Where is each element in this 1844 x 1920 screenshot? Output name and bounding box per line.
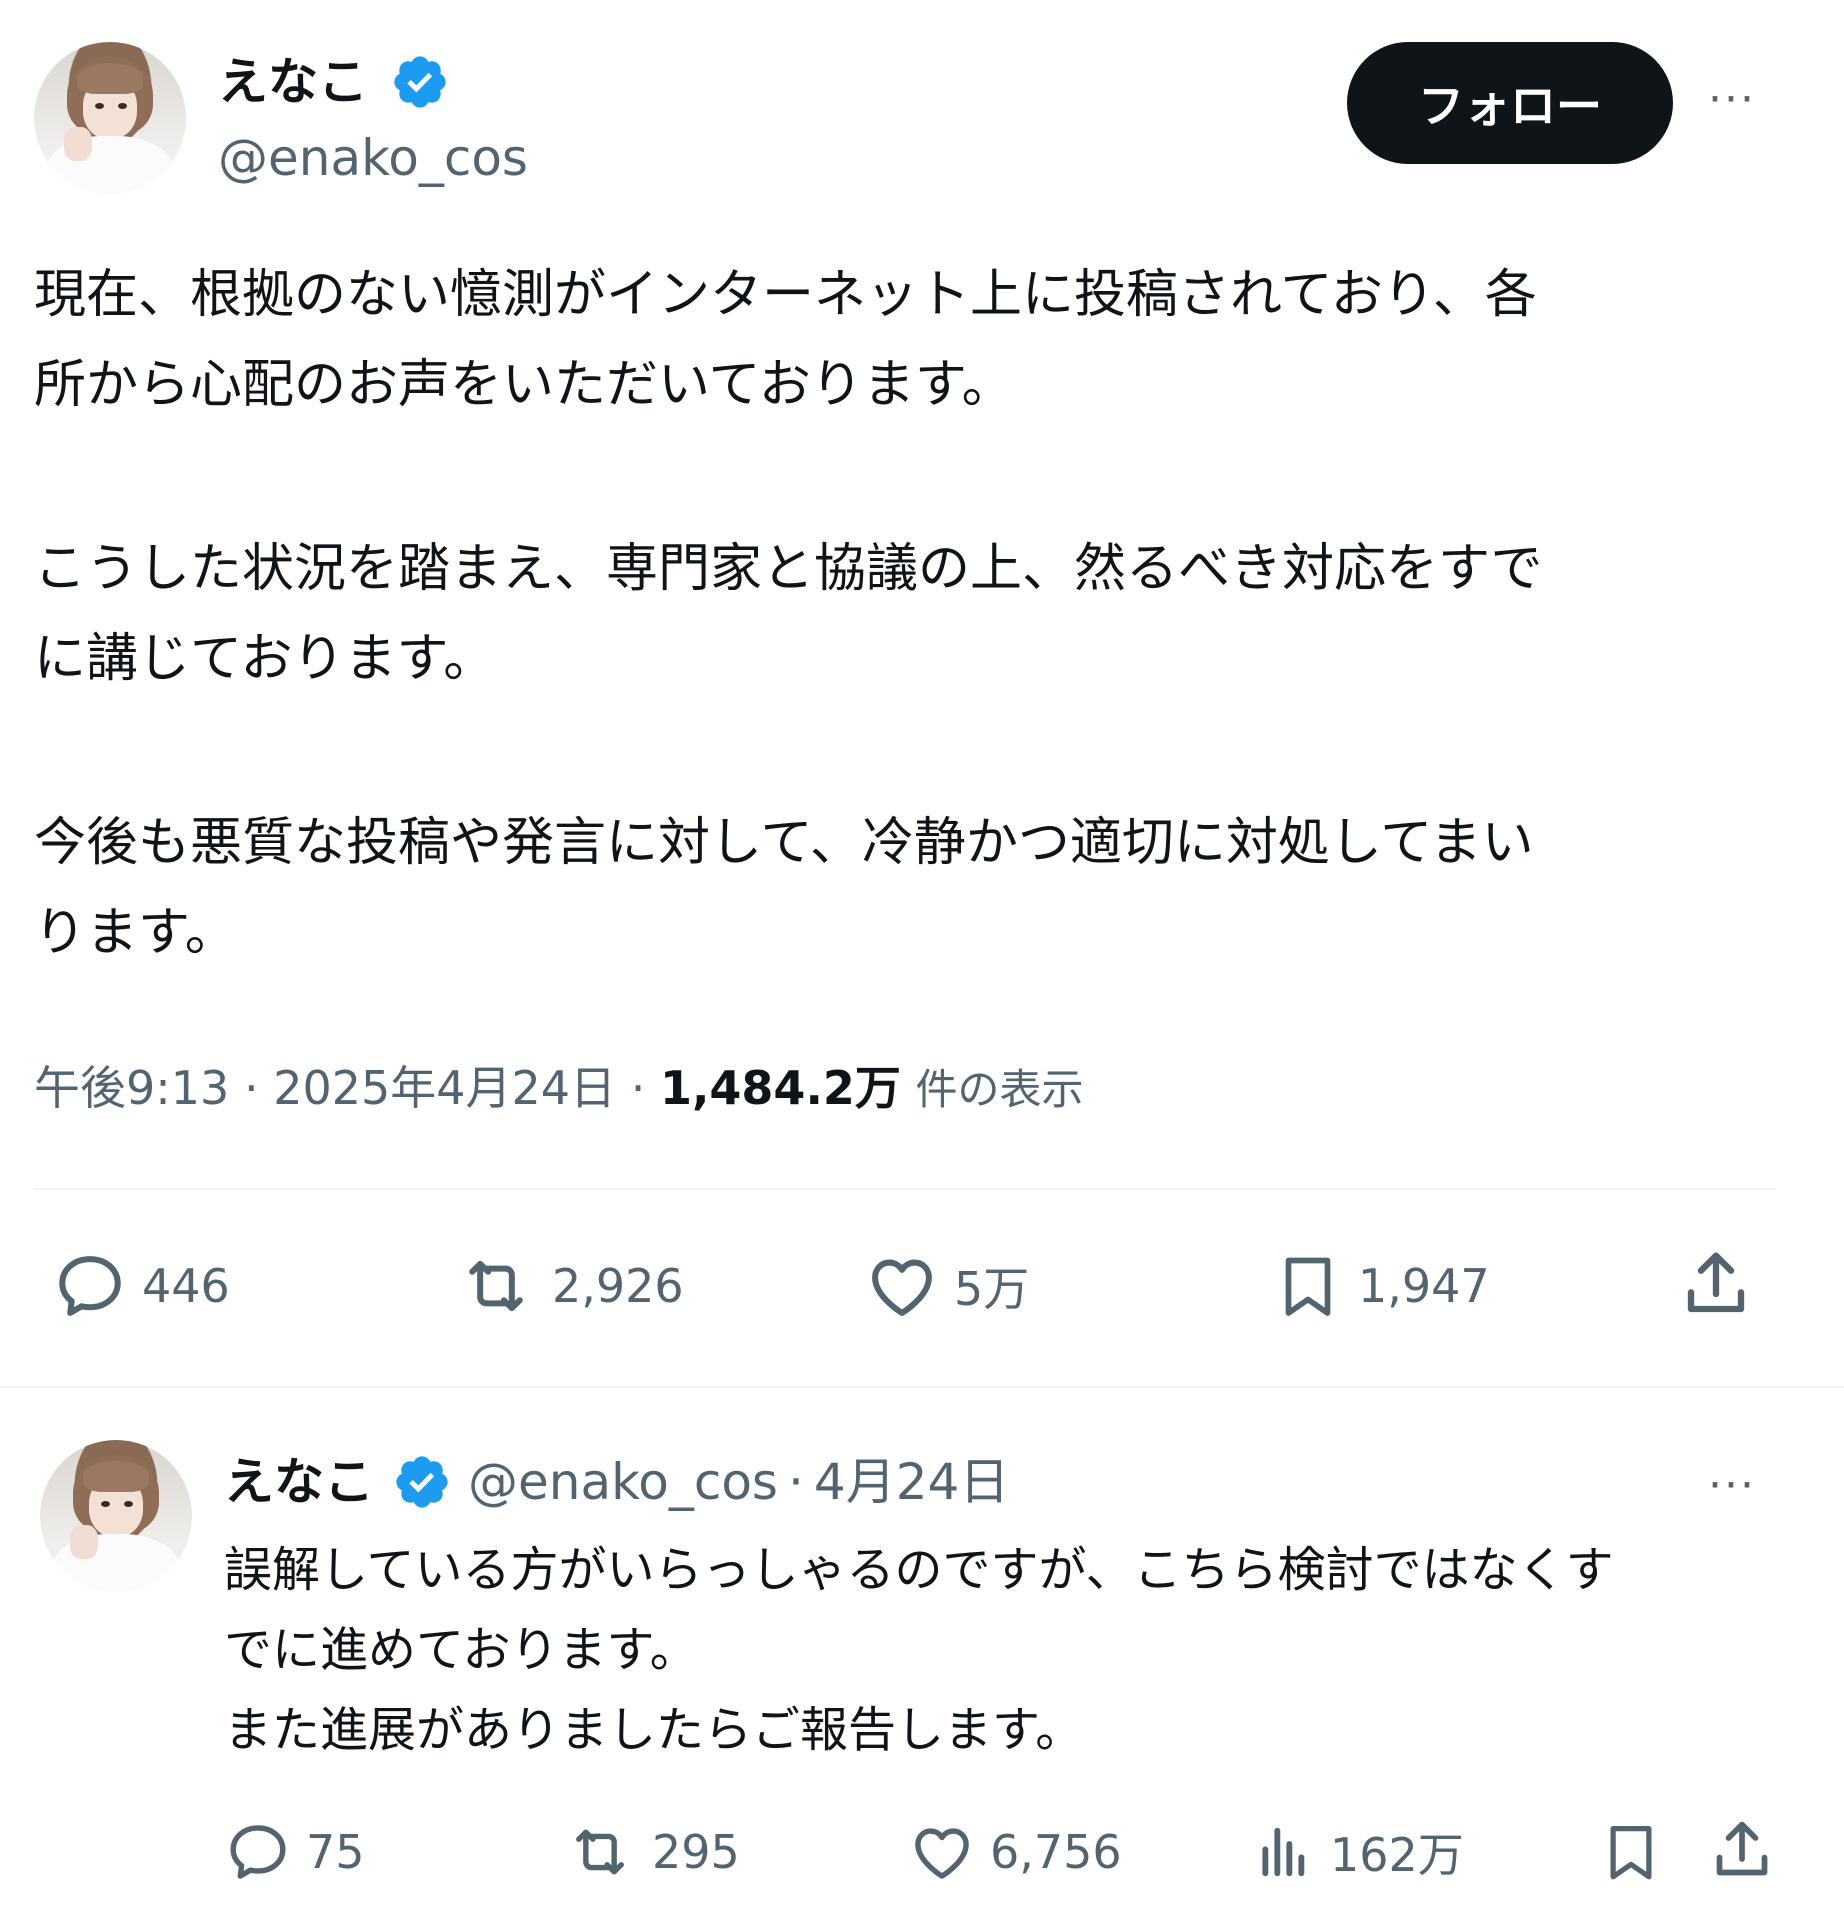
reply-like-count: 6,756 — [990, 1825, 1122, 1879]
reply-more-icon[interactable]: ··· — [1708, 1460, 1756, 1511]
bookmark-count: 1,947 — [1358, 1259, 1490, 1313]
reply-bookmark-button[interactable] — [1598, 1814, 1664, 1890]
bookmark-icon — [1285, 1257, 1331, 1316]
view-count: 1,484.2万 — [659, 1061, 901, 1115]
tweet-paragraph-1: 現在、根拠のない憶測がインターネット上に投稿されており、各 所から心配のお声をい… — [34, 265, 1537, 415]
like-icon — [915, 1828, 969, 1879]
reply-date[interactable]: 4月24日 — [814, 1452, 1009, 1512]
tweet-time[interactable]: 午後9:13 — [34, 1061, 229, 1115]
handle[interactable]: @enako_cos — [218, 128, 528, 188]
separator-dot: · — [788, 1453, 804, 1511]
view-count-suffix: 件の表示 — [915, 1065, 1084, 1114]
reply-reply-button[interactable]: 75 — [224, 1818, 365, 1886]
share-icon — [1687, 1252, 1745, 1313]
display-name[interactable]: えなこ — [218, 52, 368, 112]
retweet-count: 2,926 — [552, 1259, 684, 1313]
reply-handle[interactable]: @enako_cos — [468, 1452, 778, 1512]
share-icon — [1716, 1821, 1768, 1876]
reply-retweet-count: 295 — [652, 1825, 740, 1879]
reply-header: えなこ @enako_cos · 4月24日 — [224, 1452, 1009, 1512]
more-icon[interactable]: ··· — [1708, 74, 1756, 125]
like-button[interactable]: 5万 — [864, 1248, 1029, 1324]
verified-badge-icon — [394, 56, 446, 108]
divider — [34, 1188, 1776, 1190]
retweet-icon — [576, 1829, 624, 1875]
retweet-button[interactable]: 2,926 — [454, 1248, 684, 1324]
divider — [0, 1386, 1844, 1388]
reply-retweet-button[interactable]: 295 — [562, 1818, 740, 1886]
reply-button[interactable]: 446 — [52, 1248, 230, 1324]
follow-button[interactable]: フォロー — [1347, 42, 1673, 164]
verified-badge-icon — [396, 1456, 448, 1508]
reply-views-button[interactable]: 162万 — [1252, 1818, 1464, 1886]
tweet-paragraph-3: 今後も悪質な投稿や発言に対して、冷静かつ適切に対処してまい ります。 — [34, 813, 1534, 963]
reply-share-button[interactable] — [1706, 1814, 1778, 1886]
tweet-paragraph-2: こうした状況を踏まえ、専門家と協議の上、然るべき対応をすで に講じております。 — [34, 539, 1543, 689]
reply-icon — [59, 1256, 121, 1316]
reply-reply-count: 75 — [306, 1825, 365, 1879]
like-count: 5万 — [954, 1262, 1030, 1316]
retweet-icon — [469, 1260, 523, 1312]
tweet-date[interactable]: 2025年4月24日 — [273, 1061, 616, 1115]
reply-text: 誤解している方がいらっしゃるのですが、こちら検討ではなくす でに進めております。… — [224, 1542, 1614, 1758]
reply-views-count: 162万 — [1330, 1828, 1464, 1882]
reply-display-name[interactable]: えなこ — [224, 1452, 374, 1512]
like-icon — [872, 1259, 932, 1316]
reply-avatar[interactable] — [40, 1440, 192, 1592]
avatar[interactable] — [34, 42, 186, 194]
share-button[interactable] — [1676, 1244, 1756, 1324]
reply-icon — [230, 1825, 286, 1879]
tweet-meta: 午後9:13 · 2025年4月24日 · 1,484.2万 件の表示 — [34, 1061, 1084, 1115]
reply-count: 446 — [142, 1259, 230, 1313]
bookmark-icon — [1610, 1826, 1652, 1880]
views-icon — [1262, 1827, 1305, 1877]
reply-like-button[interactable]: 6,756 — [908, 1818, 1122, 1886]
bookmark-button[interactable]: 1,947 — [1272, 1244, 1490, 1328]
